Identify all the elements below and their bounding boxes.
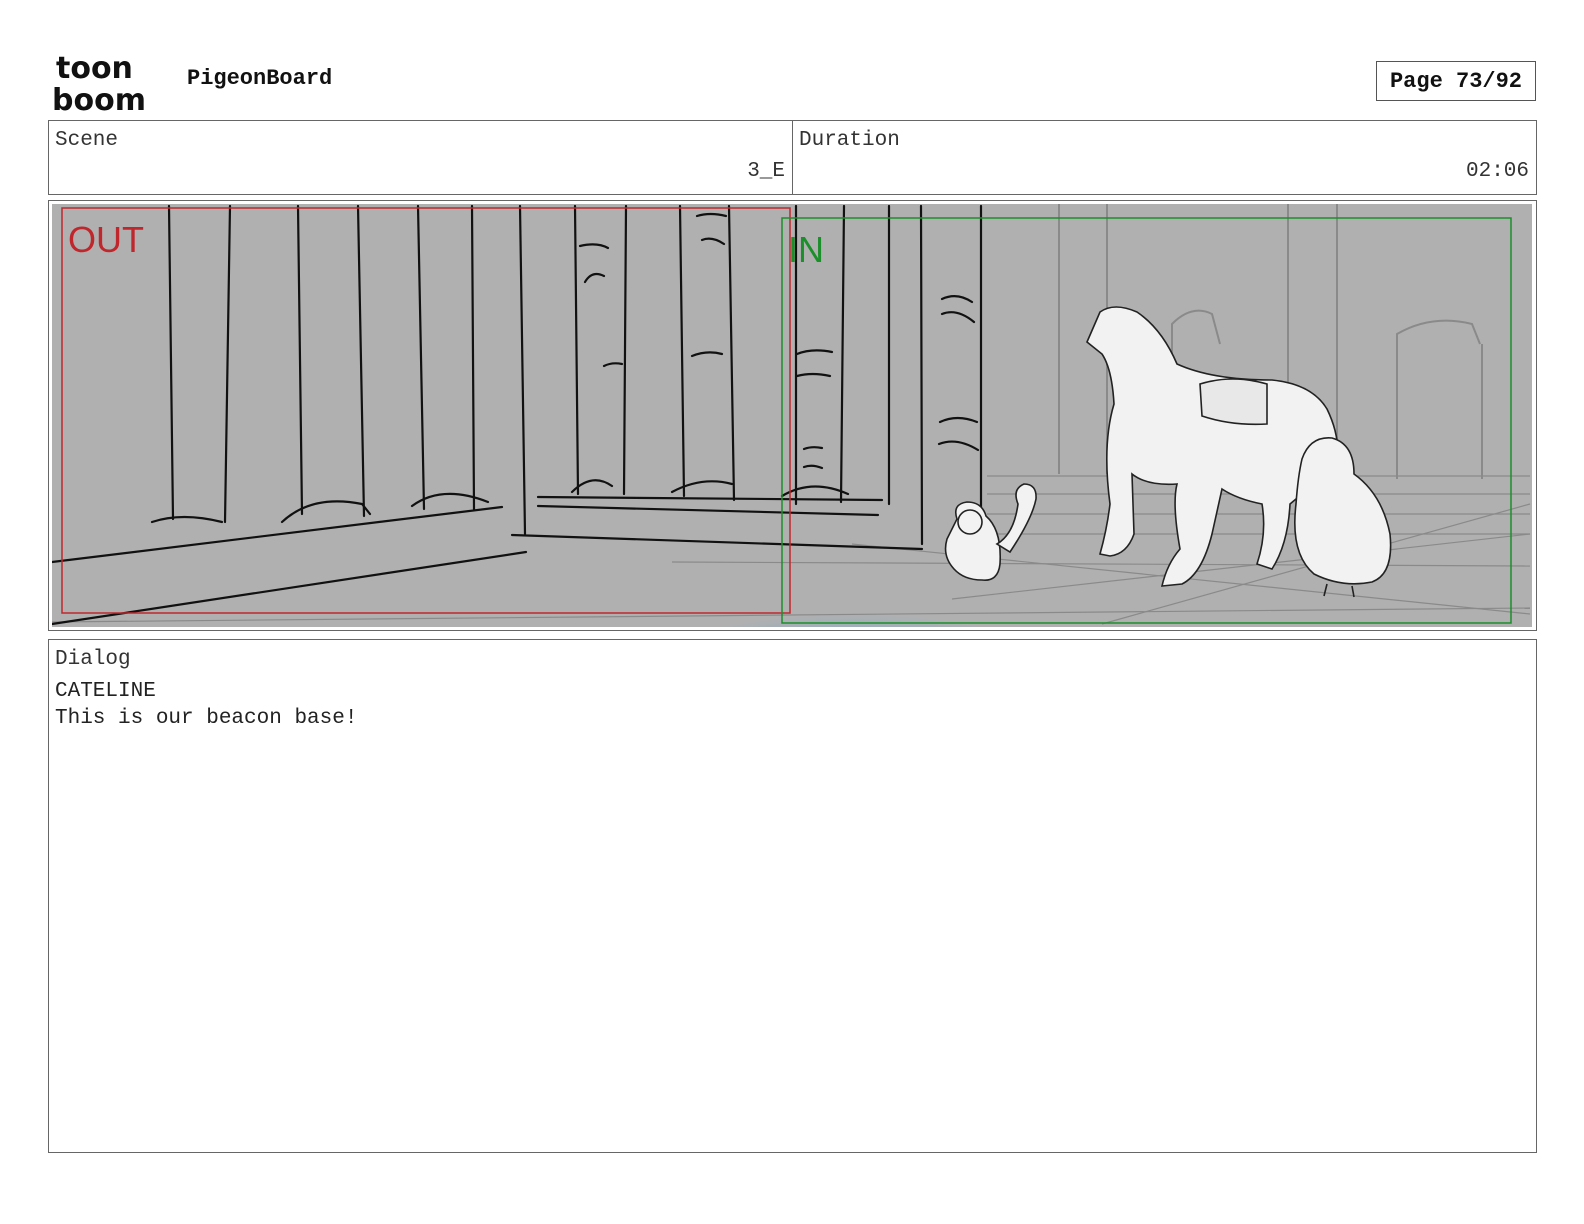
- scene-value: 3_E: [747, 160, 785, 183]
- in-label: IN: [788, 229, 824, 270]
- storyboard-panel: OUT IN: [48, 200, 1537, 631]
- out-label: OUT: [68, 219, 144, 260]
- duration-label: Duration: [799, 129, 900, 152]
- toonboom-logo: toon boom: [52, 51, 146, 114]
- logo-text-bottom: boom: [52, 83, 146, 114]
- duration-cell: Duration 02:06: [792, 121, 1536, 194]
- logo-text-top: toon: [56, 51, 133, 86]
- dialog-box: Dialog CATELINE This is our beacon base!: [48, 639, 1537, 1153]
- panel-sketch: OUT IN: [52, 204, 1532, 627]
- scene-info-row: Scene 3_E Duration 02:06: [48, 120, 1537, 195]
- page-indicator: Page 73/92: [1376, 61, 1536, 101]
- scene-cell: Scene 3_E: [49, 121, 792, 194]
- dialog-line: This is our beacon base!: [55, 707, 358, 730]
- scene-label: Scene: [55, 129, 119, 152]
- duration-value: 02:06: [1465, 160, 1529, 183]
- dialog-speaker: CATELINE: [55, 680, 156, 703]
- app-name: PigeonBoard: [187, 66, 333, 91]
- dialog-label: Dialog: [55, 648, 131, 671]
